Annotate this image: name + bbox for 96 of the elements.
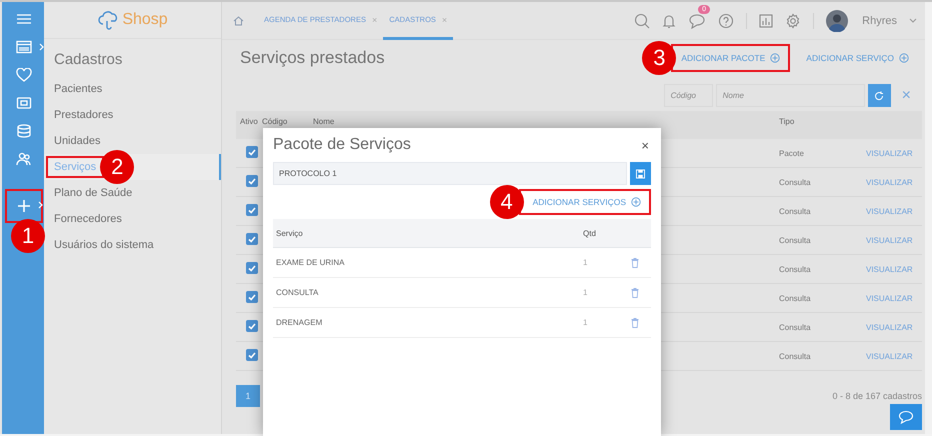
caret-icon [909,18,917,23]
save-button[interactable] [630,162,651,185]
page-title: Serviços prestados [240,48,385,68]
plus-circle-icon [631,197,641,207]
sidebar-item[interactable]: Plano de Saúde [48,184,138,202]
table-cell-text: Pacote [779,148,805,158]
table-cell-text: Consulta [779,206,812,216]
plus-circle-icon [899,53,909,63]
refresh-icon [874,90,884,100]
table-cell-text: Consulta [779,236,812,244]
plus-icon [16,199,32,213]
sidebar-heading: Cadastros [53,50,124,70]
checkbox[interactable] [246,262,258,274]
trash-icon [631,318,639,328]
filter-field[interactable]: Nome [716,84,865,107]
column-header: Serviço [275,228,304,238]
clear-filter-button[interactable]: × [902,86,911,104]
checkbox[interactable] [246,233,258,245]
table-cell-text: Consulta [779,352,812,360]
table-cell-text: CONSULTA [275,288,320,297]
checkbox[interactable] [246,291,258,303]
table-cell-text: Consulta [779,264,812,274]
page-button[interactable]: 1 [236,385,260,407]
sidebar-item[interactable]: Usuários do sistema [48,236,160,254]
name-field[interactable]: PROTOCOLO 1 [273,162,627,185]
view-link[interactable]: VISUALIZAR [866,178,922,186]
add-button[interactable]: ADICIONAR PACOTE [673,46,788,70]
user-name[interactable]: Rhyres [862,14,897,26]
trash-icon [631,258,639,268]
help-icon [718,12,734,28]
bell-icon [662,12,676,28]
trash-icon [631,288,639,298]
view-link[interactable]: VISUALIZAR [866,322,922,332]
checkbox[interactable] [246,175,258,187]
step-badge: 1 [11,219,45,253]
view-link[interactable]: VISUALIZAR [866,148,922,158]
home-icon [233,16,244,26]
step-badge: 4 [490,185,524,219]
chat-button[interactable] [890,404,922,430]
sidebar-item[interactable]: Serviços [48,158,102,176]
delete-button[interactable] [631,318,639,328]
table-cell-text: 1 [583,318,588,327]
refresh-button[interactable] [868,84,891,107]
view-link[interactable]: VISUALIZAR [866,236,922,244]
column-header: Ativo [239,116,259,128]
checkbox[interactable] [246,320,258,332]
cash-icon [16,96,32,110]
add-services-link[interactable]: ADICIONAR SERVIÇOS [520,191,649,213]
logo-text: Shosp [122,11,168,29]
sidebar-item[interactable]: Fornecedores [48,210,128,228]
close-tab-button[interactable]: × [442,14,448,24]
bar-chart-icon [759,14,774,28]
checkbox[interactable] [246,146,258,158]
column-header: Qtd [583,228,597,238]
plus-circle-icon [770,53,780,63]
delete-button[interactable] [631,288,639,298]
table-cell-text: DRENAGEM [275,318,324,327]
checkbox[interactable] [246,349,258,361]
table-cell-text: Consulta [779,178,812,186]
avatar-icon [826,10,848,32]
table-cell-text: 1 [583,288,588,297]
column-header: Código [262,116,288,128]
checkbox[interactable] [246,204,258,216]
record-count: 0 - 8 de 167 cadastros [832,391,922,401]
settings-icon [785,12,802,28]
view-link[interactable]: VISUALIZAR [866,264,922,274]
table-cell-text: Consulta [779,322,812,332]
table-cell-text: Consulta [779,294,812,302]
chat-icon [898,410,914,424]
step-badge: 2 [100,150,134,184]
column-header: Nome [313,116,336,128]
step-badge: 3 [642,41,676,75]
table-cell-text: EXAME DE URINA [275,258,346,267]
sidebar-item[interactable]: Prestadores [48,106,120,124]
view-link[interactable]: VISUALIZAR [866,294,922,302]
heart-icon [16,68,32,82]
view-link[interactable]: VISUALIZAR [866,352,922,360]
view-link[interactable]: VISUALIZAR [866,206,922,216]
database-icon [16,124,32,138]
chevron-icon [38,201,43,209]
sidebar-item[interactable]: Pacientes [48,80,108,98]
column-header: Tipo [779,116,796,128]
filter-field[interactable]: Código [664,84,713,107]
menu-icon [16,12,32,26]
search-icon [634,12,650,28]
close-tab-button[interactable]: × [372,14,378,24]
chat-icon [688,12,706,28]
delete-button[interactable] [631,258,639,268]
people-icon [16,152,32,166]
chevron-icon [39,43,44,51]
calendar-icon [16,40,32,54]
close-button[interactable]: × [641,138,649,152]
sidebar-item[interactable]: Unidades [48,132,106,150]
add-button[interactable]: ADICIONAR SERVIÇO [798,46,917,70]
table-cell-text: 1 [583,258,588,267]
dialog-title: Pacote de Serviços [273,136,411,154]
